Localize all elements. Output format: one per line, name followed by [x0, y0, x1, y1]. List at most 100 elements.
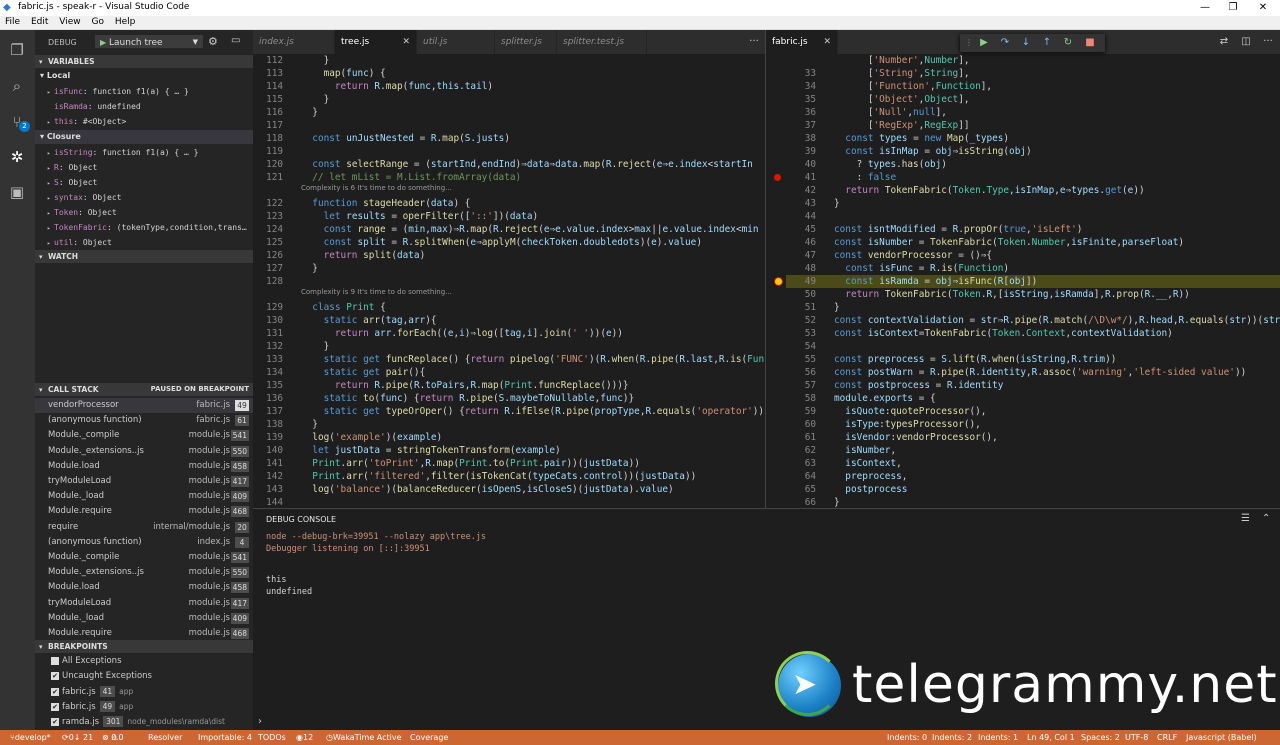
closure-scope[interactable]: ▾ Closure — [35, 130, 253, 144]
expand-arrow-icon[interactable]: ▸ — [47, 176, 54, 190]
right-editor[interactable]: ['Number',Number], 33 ['String',String], 3… — [766, 54, 1280, 508]
close-icon[interactable]: ✕ — [823, 30, 831, 54]
status-branch[interactable]: ⑂ develop* — [10, 730, 51, 745]
split-editor-icon[interactable]: ◫ — [1236, 30, 1256, 54]
variable-row[interactable]: ▸ R: Object — [35, 160, 253, 175]
variable-row[interactable]: ▸ TokenFabric: (tokenType,condition,trans… — [35, 220, 253, 235]
status-indents-1[interactable]: Indents: 1 — [978, 730, 1018, 745]
callstack-frame[interactable]: Module.require module.js 468 — [35, 504, 253, 519]
launch-config-select[interactable]: ▶ Launch tree ▼ — [95, 35, 203, 48]
status-resolver[interactable]: Resolver — [148, 730, 182, 745]
breakpoint-checkbox[interactable]: ✔ — [51, 687, 59, 696]
callstack-frame[interactable]: (anonymous function) fabric.js 61 — [35, 413, 253, 428]
variable-row[interactable]: ▸ Token: Object — [35, 205, 253, 220]
expand-arrow-icon[interactable]: ▸ — [47, 191, 54, 205]
status-sync[interactable]: ⟳ 0↓ 21 — [62, 730, 93, 745]
menu-file[interactable]: File — [5, 16, 20, 29]
left-editor[interactable]: 112 } 113 map(func) {114 return R.map(fun… — [253, 54, 765, 508]
breakpoint-dot-icon[interactable] — [774, 174, 781, 181]
callstack-frame[interactable]: Module._extensions..js module.js 550 — [35, 565, 253, 580]
status-language[interactable]: Javascript (Babel) — [1186, 730, 1257, 745]
expand-arrow-icon[interactable]: ▸ — [47, 85, 54, 99]
step-over-icon[interactable]: ↷ — [998, 36, 1012, 50]
callstack-frame[interactable]: Module._load module.js 409 — [35, 611, 253, 626]
callstack-frame[interactable]: Module.load module.js 458 — [35, 459, 253, 474]
collapse-panel-icon[interactable]: ⌃ — [1262, 513, 1270, 524]
callstack-frame[interactable]: tryModuleLoad module.js 417 — [35, 596, 253, 611]
status-wakatime[interactable]: ◷ WakaTime Active — [326, 730, 402, 745]
status-cursor-position[interactable]: Ln 49, Col 1 — [1027, 730, 1075, 745]
status-importable[interactable]: Importable: 4 — [198, 730, 252, 745]
callstack-frame[interactable]: (anonymous function) index.js 4 — [35, 535, 253, 550]
start-debug-icon[interactable]: ▶ — [100, 38, 106, 47]
more-actions-icon-right[interactable]: ··· — [1258, 30, 1278, 54]
watch-header[interactable]: ▾ WATCH — [35, 250, 253, 263]
menu-help[interactable]: Help — [115, 16, 136, 29]
status-spaces[interactable]: Spaces: 2 — [1081, 730, 1120, 745]
explorer-icon[interactable]: ❐ — [7, 40, 27, 60]
breakpoint-item[interactable]: ✔ ramda.js 301 node_modules\ramda\dist — [35, 714, 253, 729]
open-changes-icon[interactable]: ⇄ — [1214, 30, 1234, 54]
continue-icon[interactable]: ▶ — [977, 36, 991, 50]
status-todos[interactable]: TODOs — [258, 730, 286, 745]
console-input-prompt[interactable]: › — [258, 716, 262, 727]
breakpoint-item[interactable]: All Exceptions — [35, 654, 253, 669]
breakpoint-checkbox[interactable]: ✔ — [51, 717, 59, 726]
editor-tab[interactable]: splitter.js — [495, 30, 557, 54]
extensions-icon[interactable]: ▣ — [7, 182, 27, 202]
breakpoints-header[interactable]: ▾ BREAKPOINTS — [35, 640, 253, 653]
callstack-frame[interactable]: Module.require module.js 468 — [35, 626, 253, 641]
editor-tab[interactable]: splitter.test.js — [557, 30, 647, 54]
expand-arrow-icon[interactable]: ▸ — [47, 115, 54, 129]
editor-tab[interactable]: index.js — [253, 30, 335, 54]
editor-tab[interactable]: fabric.js ✕ — [766, 30, 838, 54]
variable-row[interactable]: ▸ S: Object — [35, 175, 253, 190]
editor-tab[interactable]: util.js — [417, 30, 495, 54]
source-control-icon[interactable]: ⑂ 2 — [7, 112, 30, 132]
restart-icon[interactable]: ↻ — [1061, 36, 1075, 50]
callstack-frame[interactable]: vendorProcessor fabric.js 49 — [35, 398, 253, 413]
status-todo-count[interactable]: ◉ 12 — [296, 730, 313, 745]
local-scope[interactable]: ▾ Local — [35, 69, 253, 83]
debug-icon[interactable]: ✲ — [7, 147, 27, 167]
variable-row[interactable]: ▸ isFunc: function f1(a) { … } — [35, 84, 253, 99]
breakpoint-item[interactable]: ✔ Uncaught Exceptions — [35, 669, 253, 684]
callstack-header[interactable]: ▾ CALL STACK PAUSED ON BREAKPOINT — [35, 383, 253, 396]
console-icon[interactable]: ▭ — [231, 35, 240, 46]
breakpoint-checkbox[interactable]: ✔ — [51, 671, 59, 680]
codelens[interactable]: Complexity is 9 It's time to do somethin… — [301, 286, 452, 299]
close-icon[interactable]: ✕ — [402, 30, 410, 54]
callstack-frame[interactable]: require internal/module.js 20 — [35, 520, 253, 535]
callstack-frame[interactable]: tryModuleLoad module.js 417 — [35, 474, 253, 489]
status-indents-2[interactable]: Indents: 2 — [932, 730, 972, 745]
callstack-frame[interactable]: Module._compile module.js 541 — [35, 428, 253, 443]
status-problems[interactable]: ⊗ 0 ⚠ 0 — [102, 730, 124, 745]
search-icon[interactable]: ⌕ — [7, 76, 27, 96]
variable-row[interactable]: ▸ util: Object — [35, 235, 253, 250]
breakpoint-item[interactable]: ✔ fabric.js 49 app — [35, 699, 253, 714]
stop-icon[interactable]: ■ — [1083, 36, 1097, 50]
menu-go[interactable]: Go — [91, 16, 103, 29]
breakpoint-checkbox[interactable] — [51, 656, 59, 665]
menu-edit[interactable]: Edit — [31, 16, 48, 29]
clear-console-icon[interactable]: ☰ — [1241, 513, 1250, 524]
breakpoint-checkbox[interactable]: ✔ — [51, 702, 59, 711]
drag-handle-icon[interactable]: ⋮ — [962, 36, 976, 50]
close-button[interactable]: ✕ — [1248, 0, 1278, 16]
breakpoint-item[interactable]: ✔ fabric.js 41 app — [35, 684, 253, 699]
maximize-button[interactable]: ❐ — [1218, 0, 1248, 16]
step-into-icon[interactable]: ↓ — [1019, 36, 1033, 50]
variable-row[interactable]: ▸ syntax: Object — [35, 190, 253, 205]
more-actions-icon[interactable]: ··· — [744, 30, 764, 54]
callstack-frame[interactable]: Module._compile module.js 541 — [35, 550, 253, 565]
callstack-frame[interactable]: Module._extensions..js module.js 550 — [35, 444, 253, 459]
variable-row[interactable]: ▸ this: #<Object> — [35, 114, 253, 129]
step-out-icon[interactable]: ↑ — [1040, 36, 1054, 50]
status-coverage[interactable]: Coverage — [410, 730, 448, 745]
gear-icon[interactable]: ⚙ — [208, 35, 218, 48]
expand-arrow-icon[interactable]: ▸ — [47, 146, 54, 160]
minimize-button[interactable]: — — [1190, 0, 1220, 16]
expand-arrow-icon[interactable]: ▸ — [47, 206, 54, 220]
callstack-frame[interactable]: Module.load module.js 458 — [35, 580, 253, 595]
expand-arrow-icon[interactable]: ▸ — [47, 161, 54, 175]
